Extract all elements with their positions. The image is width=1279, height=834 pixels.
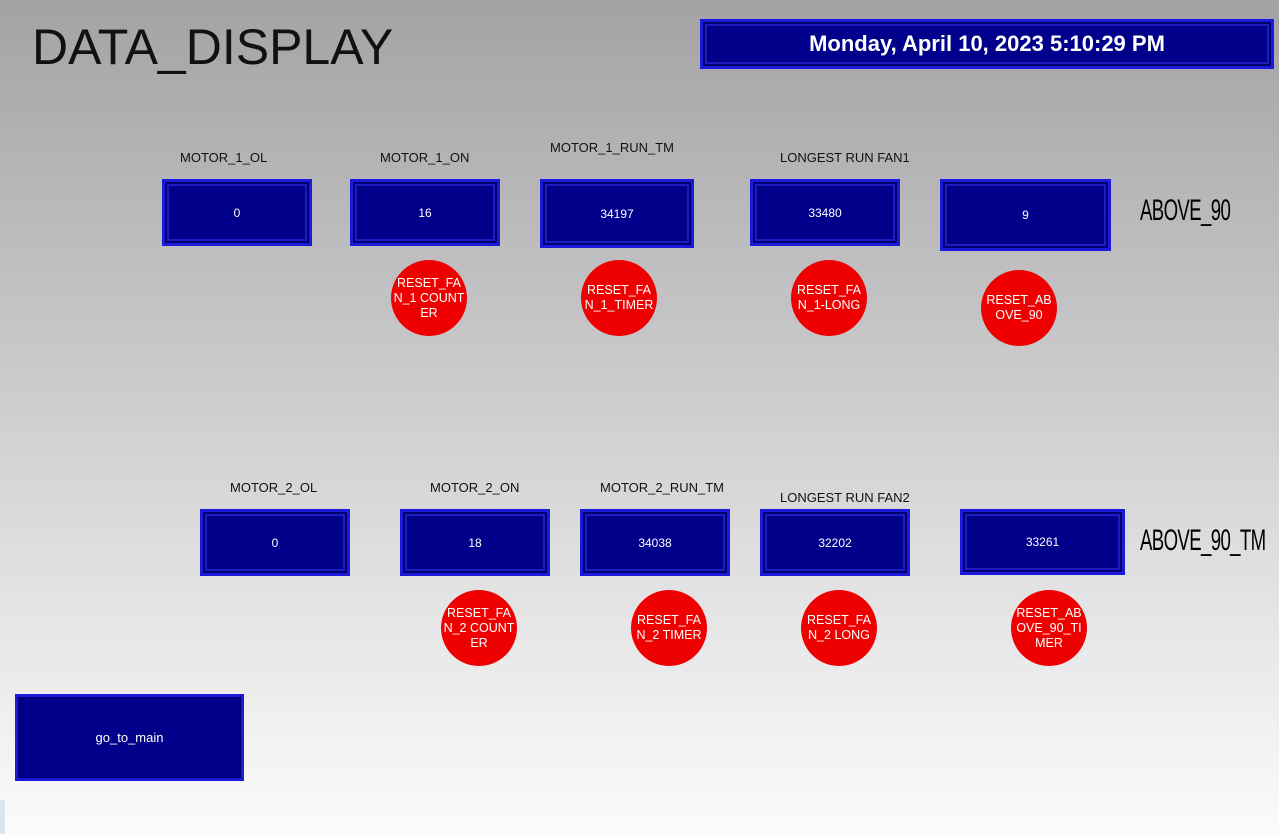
reset-fan-1-counter-button[interactable]: RESET_FAN_1 COUNTER — [391, 260, 467, 336]
motor-2-run-tm-value: 34038 — [580, 509, 730, 576]
reset-fan-2-timer-button[interactable]: RESET_FAN_2 TIMER — [631, 590, 707, 666]
motor-2-run-tm-label: MOTOR_2_RUN_TM — [600, 480, 725, 495]
motor-2-ol-value: 0 — [200, 509, 350, 576]
left-edge-strip — [0, 800, 5, 834]
reset-fan-2-long-button[interactable]: RESET_FAN_2 LONG — [801, 590, 877, 666]
motor-1-ol-label: MOTOR_1_OL — [180, 150, 268, 165]
motor-2-ol-label: MOTOR_2_OL — [230, 480, 318, 495]
reset-fan-1-timer-button[interactable]: RESET_FAN_1_TIMER — [581, 260, 657, 336]
datetime-display: Monday, April 10, 2023 5:10:29 PM — [700, 19, 1274, 69]
longest-run-fan1-label: LONGEST RUN FAN1 — [780, 150, 910, 165]
page-title: DATA_DISPLAY — [32, 19, 394, 75]
reset-above-90-timer-button[interactable]: RESET_ABOVE_90_TIMER — [1011, 590, 1087, 666]
above-90-value: 9 — [940, 179, 1111, 251]
motor-1-on-value: 16 — [350, 179, 500, 246]
motor-2-on-value: 18 — [400, 509, 550, 576]
reset-above-90-button[interactable]: RESET_ABOVE_90 — [981, 270, 1057, 346]
motor-1-run-tm-label: MOTOR_1_RUN_TM — [550, 140, 675, 155]
reset-fan-1-long-button[interactable]: RESET_FAN_1-LONG — [791, 260, 867, 336]
motor-2-on-label: MOTOR_2_ON — [430, 480, 520, 495]
motor-1-ol-value: 0 — [162, 179, 312, 246]
reset-fan-2-counter-button[interactable]: RESET_FAN_2 COUNTER — [441, 590, 517, 666]
above-90-tm-value: 33261 — [960, 509, 1125, 575]
go-to-main-label: go_to_main — [95, 730, 164, 745]
longest-run-fan2-value: 32202 — [760, 509, 910, 576]
longest-run-fan2-label: LONGEST RUN FAN2 — [780, 490, 910, 505]
longest-run-fan1-value: 33480 — [750, 179, 900, 246]
above-90-tm-label: ABOVE_90_TM — [1140, 524, 1266, 557]
motor-1-on-label: MOTOR_1_ON — [380, 150, 470, 165]
datetime-text: Monday, April 10, 2023 5:10:29 PM — [809, 31, 1165, 56]
motor-1-run-tm-value: 34197 — [540, 179, 694, 248]
go-to-main-button[interactable]: go_to_main — [15, 694, 244, 781]
above-90-label: ABOVE_90 — [1140, 194, 1231, 227]
